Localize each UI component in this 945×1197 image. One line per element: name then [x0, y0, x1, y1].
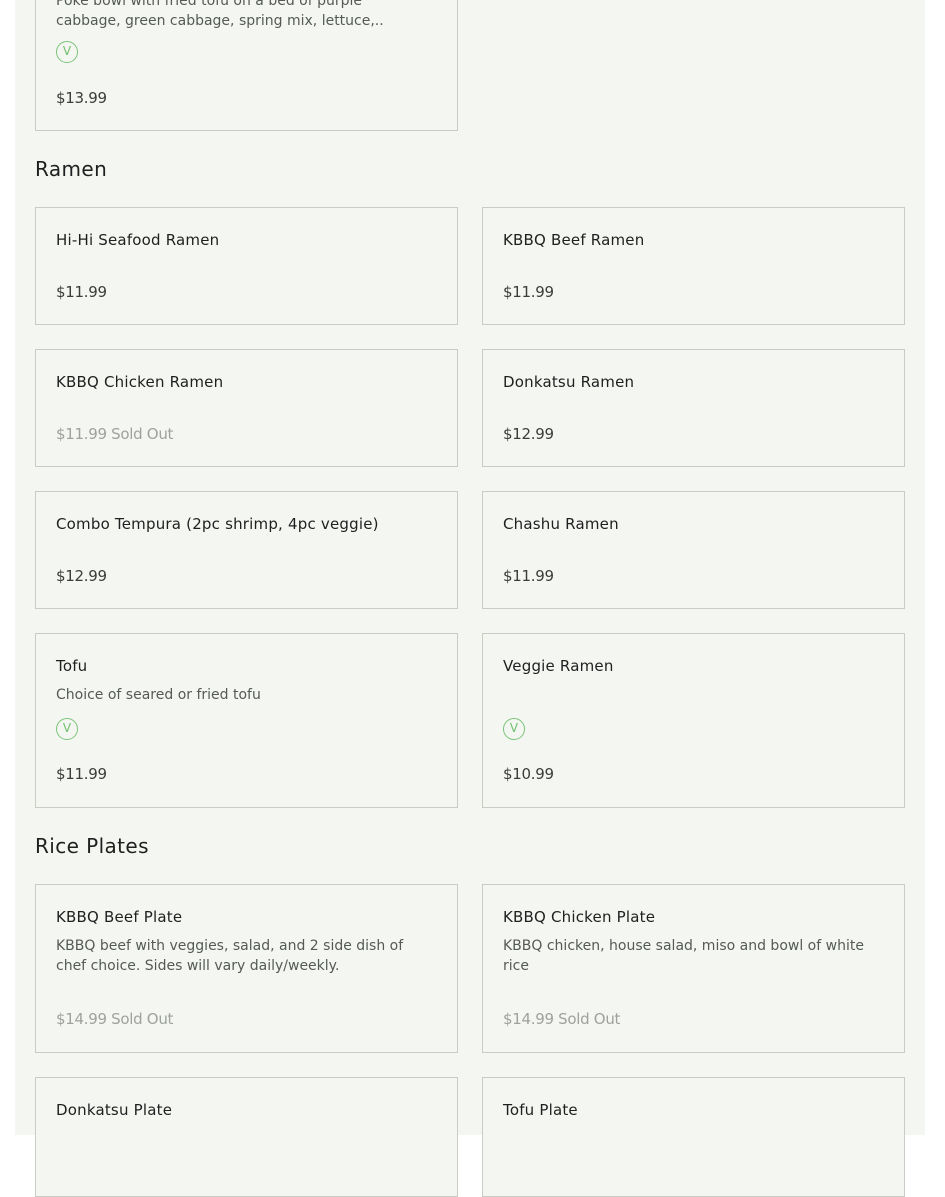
- menu-item-card[interactable]: Donkatsu Ramen $12.99: [482, 349, 905, 467]
- price-value: $14.99: [503, 1010, 554, 1028]
- sold-out-badge: Sold Out: [111, 1010, 174, 1028]
- item-price: $13.99: [56, 89, 107, 107]
- menu-item-card[interactable]: KBBQ Beef Ramen $11.99: [482, 207, 905, 325]
- section-title-ramen: Ramen: [35, 157, 108, 181]
- item-price: $12.99: [56, 567, 107, 585]
- item-price: $11.99 Sold Out: [56, 425, 173, 443]
- item-name: Tofu Plate: [503, 1101, 578, 1119]
- item-name: Veggie Ramen: [503, 657, 614, 675]
- menu-item-card[interactable]: Chashu Ramen $11.99: [482, 491, 905, 609]
- description-line: Poke bowl with fried tofu on a bed of pu…: [56, 0, 363, 9]
- price-value: $14.99: [56, 1010, 107, 1028]
- description-line: cabbage, green cabbage, spring mix, lett…: [56, 13, 384, 29]
- item-price: $14.99 Sold Out: [56, 1010, 173, 1028]
- item-name: Combo Tempura (2pc shrimp, 4pc veggie): [56, 515, 379, 533]
- item-price: $11.99: [503, 283, 554, 301]
- item-name: Donkatsu Ramen: [503, 373, 635, 391]
- item-name: KBBQ Beef Ramen: [503, 231, 645, 249]
- item-name: KBBQ Beef Plate: [56, 908, 183, 926]
- item-description: Choice of seared or fried tofu: [56, 687, 261, 703]
- vegan-v-icon: V: [56, 718, 78, 740]
- menu-item-card[interactable]: Donkatsu Plate: [35, 1077, 458, 1197]
- item-description: KBBQ beef with veggies, salad, and 2 sid…: [56, 938, 404, 974]
- sold-out-badge: Sold Out: [558, 1010, 621, 1028]
- menu-item-card[interactable]: Veggie Ramen V $10.99: [482, 633, 905, 808]
- menu-item-card[interactable]: KBBQ Beef Plate KBBQ beef with veggies, …: [35, 884, 458, 1053]
- menu-item-card[interactable]: Tofu Plate: [482, 1077, 905, 1197]
- menu-item-card[interactable]: Hi-Hi Seafood Ramen $11.99: [35, 207, 458, 325]
- item-name: Donkatsu Plate: [56, 1101, 173, 1119]
- menu-item-card[interactable]: KBBQ Chicken Plate KBBQ chicken, house s…: [482, 884, 905, 1053]
- item-name: KBBQ Chicken Plate: [503, 908, 656, 926]
- vegan-v-icon: V: [503, 718, 525, 740]
- item-name: Chashu Ramen: [503, 515, 619, 533]
- vegan-v-icon: V: [56, 41, 78, 63]
- item-price: $11.99: [503, 567, 554, 585]
- item-name: Tofu: [56, 657, 88, 675]
- item-name: Hi-Hi Seafood Ramen: [56, 231, 220, 249]
- menu-item-card-poke-bowl[interactable]: Poke bowl with fried tofu on a bed of pu…: [35, 0, 458, 131]
- menu-item-card[interactable]: Combo Tempura (2pc shrimp, 4pc veggie) $…: [35, 491, 458, 609]
- item-description: Poke bowl with fried tofu on a bed of pu…: [56, 0, 436, 31]
- item-price: $12.99: [503, 425, 554, 443]
- item-price: $11.99: [56, 283, 107, 301]
- item-description: KBBQ chicken, house salad, miso and bowl…: [503, 938, 864, 974]
- menu-item-card[interactable]: Tofu Choice of seared or fried tofu V $1…: [35, 633, 458, 808]
- item-name: KBBQ Chicken Ramen: [56, 373, 224, 391]
- menu-panel: Poke bowl with fried tofu on a bed of pu…: [15, 0, 925, 1197]
- price-value: $11.99: [56, 425, 107, 443]
- menu-item-card[interactable]: KBBQ Chicken Ramen $11.99 Sold Out: [35, 349, 458, 467]
- item-price: $10.99: [503, 765, 554, 783]
- sold-out-badge: Sold Out: [111, 425, 174, 443]
- item-price: $14.99 Sold Out: [503, 1010, 620, 1028]
- section-title-rice-plates: Rice Plates: [35, 834, 149, 858]
- item-price: $11.99: [56, 765, 107, 783]
